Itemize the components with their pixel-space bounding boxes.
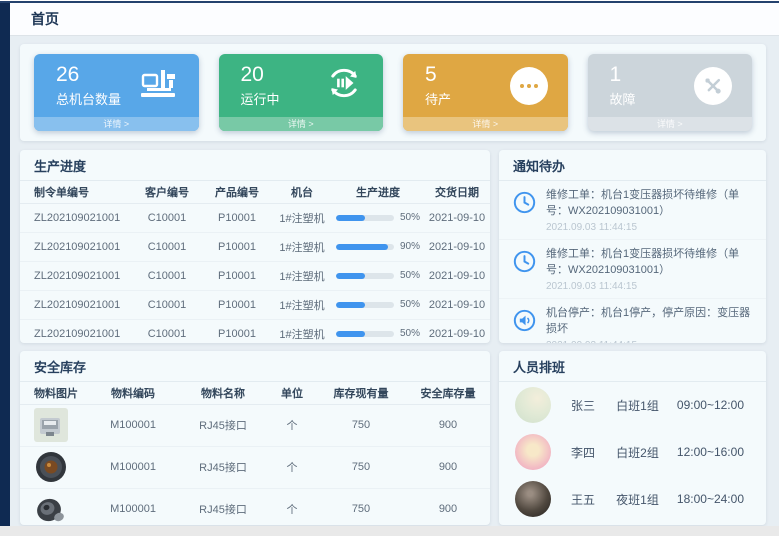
rj45-connector-image [34,408,68,442]
progress-bar [336,302,394,308]
production-progress-panel: 生产进度 制令单编号 客户编号 产品编号 机台 生产进度 交货日 [20,150,490,343]
notifications-panel: 通知待办 维修工单：机台1变压器损坏待维修（单号：WX202109031001）… [499,150,766,343]
sidebar-collapsed-strip[interactable] [0,3,10,526]
notification-timestamp: 2021.09.03 11:44:15 [546,222,754,233]
table-row: ZL202109021001 C10001 P10001 1#注塑机 50% 2… [20,203,490,232]
tab-home[interactable]: 首页 [31,9,59,29]
staff-name: 张三 [571,397,616,414]
progress-bar [336,215,394,221]
card-running[interactable]: 20 运行中 [219,54,384,131]
card-waiting[interactable]: 5 待产 详情 > [403,54,568,131]
col-customer: 客户编号 [132,181,202,203]
notification-timestamp: 2021.09.03 11:44:15 [546,340,754,343]
tab-bar: 首页 [10,3,779,36]
table-row: M100001 RJ45接口 个 750 900 [20,404,490,446]
progress-bar [336,331,394,337]
running-icon [325,64,363,107]
fault-detail-link[interactable]: 详情 > [588,117,753,131]
app-window: 首页 26 总机台数量 [0,0,779,536]
notification-timestamp: 2021.09.03 11:44:15 [546,281,754,292]
notification-item[interactable]: 机台停产：机台1停产，停产原因：变压器损坏 2021.09.03 11:44:1… [499,299,766,343]
cone-speaker-image [34,492,68,525]
progress-bar [336,244,394,250]
staff-shift: 夜班1组 [616,491,677,508]
production-panel-title: 生产进度 [20,150,490,181]
window-bottom-strip [0,526,779,536]
staff-schedule-panel-title: 人员排班 [499,351,766,382]
running-label: 运行中 [241,89,280,108]
col-safety-stock: 安全库存量 [406,382,490,404]
table-row: M100001 RJ45接口 个 750 900 [20,446,490,488]
col-date: 交货日期 [424,181,490,203]
col-material-name: 物料名称 [178,382,268,404]
card-total-machines[interactable]: 26 总机台数量 [34,54,199,131]
progress-bar [336,273,394,279]
waiting-label: 待产 [425,89,451,108]
notifications-panel-title: 通知待办 [499,150,766,181]
waiting-detail-link[interactable]: 详情 > [403,117,568,131]
avatar [515,481,551,517]
col-product: 产品编号 [202,181,272,203]
production-table: 制令单编号 客户编号 产品编号 机台 生产进度 交货日期 [20,181,490,343]
col-progress: 生产进度 [332,181,424,203]
staff-shift-time: 09:00~12:00 [677,398,744,412]
clock-icon [512,249,537,274]
total-machines-detail-link[interactable]: 详情 > [34,117,199,131]
col-stock: 库存现有量 [316,382,406,404]
fault-label: 故障 [610,89,636,108]
staff-shift: 白班1组 [616,397,677,414]
round-speaker-image [34,450,68,484]
table-row: M100001 RJ45接口 个 750 900 [20,488,490,525]
clock-icon [512,190,537,215]
running-detail-link[interactable]: 详情 > [219,117,384,131]
waiting-value: 5 [425,63,451,86]
list-item: 张三 白班1组 09:00~12:00 [499,382,766,429]
dashboard-content: 26 总机台数量 [10,36,779,526]
fault-value: 1 [610,63,636,86]
stat-cards-panel: 26 总机台数量 [20,44,766,141]
col-machine: 机台 [272,181,332,203]
notification-item[interactable]: 维修工单：机台1变压器损坏待维修（单号：WX202109031001） 2021… [499,181,766,240]
safety-stock-table: 物料图片 物料编码 物料名称 单位 库存现有量 安全库存量 [20,382,490,525]
staff-name: 王五 [571,491,616,508]
speaker-icon [512,308,537,333]
staff-shift-time: 12:00~16:00 [677,445,744,459]
col-material-image: 物料图片 [20,382,88,404]
notification-item[interactable]: 维修工单：机台1变压器损坏待维修（单号：WX202109031001） 2021… [499,240,766,299]
table-row: ZL202109021001 C10001 P10001 1#注塑机 50% 2… [20,319,490,343]
total-machines-label: 总机台数量 [56,89,121,108]
safety-stock-panel: 安全库存 物料图片 物料编码 物料名称 单位 库存现有量 安全库 [20,351,490,525]
staff-name: 李四 [571,444,616,461]
list-item: 王五 夜班1组 18:00~24:00 [499,476,766,523]
avatar [515,387,551,423]
table-row: ZL202109021001 C10001 P10001 1#注塑机 50% 2… [20,261,490,290]
machine-icon [139,66,179,105]
card-fault[interactable]: 1 故障 [588,54,753,131]
total-machines-value: 26 [56,63,121,86]
table-row: ZL202109021001 C10001 P10001 1#注塑机 50% 2… [20,290,490,319]
ellipsis-icon [510,67,548,105]
running-value: 20 [241,63,280,86]
col-material-code: 物料编码 [88,382,178,404]
col-unit: 单位 [268,382,316,404]
avatar [515,434,551,470]
col-order-no: 制令单编号 [20,181,132,203]
staff-schedule-panel: 人员排班 张三 白班1组 09:00~12:00 李四 白班2组 12:00~1… [499,351,766,525]
staff-shift-time: 18:00~24:00 [677,492,744,506]
tools-icon [694,67,732,105]
list-item: 李四 白班2组 12:00~16:00 [499,429,766,476]
safety-stock-panel-title: 安全库存 [20,351,490,382]
staff-shift: 白班2组 [616,444,677,461]
table-row: ZL202109021001 C10001 P10001 1#注塑机 90% 2… [20,232,490,261]
